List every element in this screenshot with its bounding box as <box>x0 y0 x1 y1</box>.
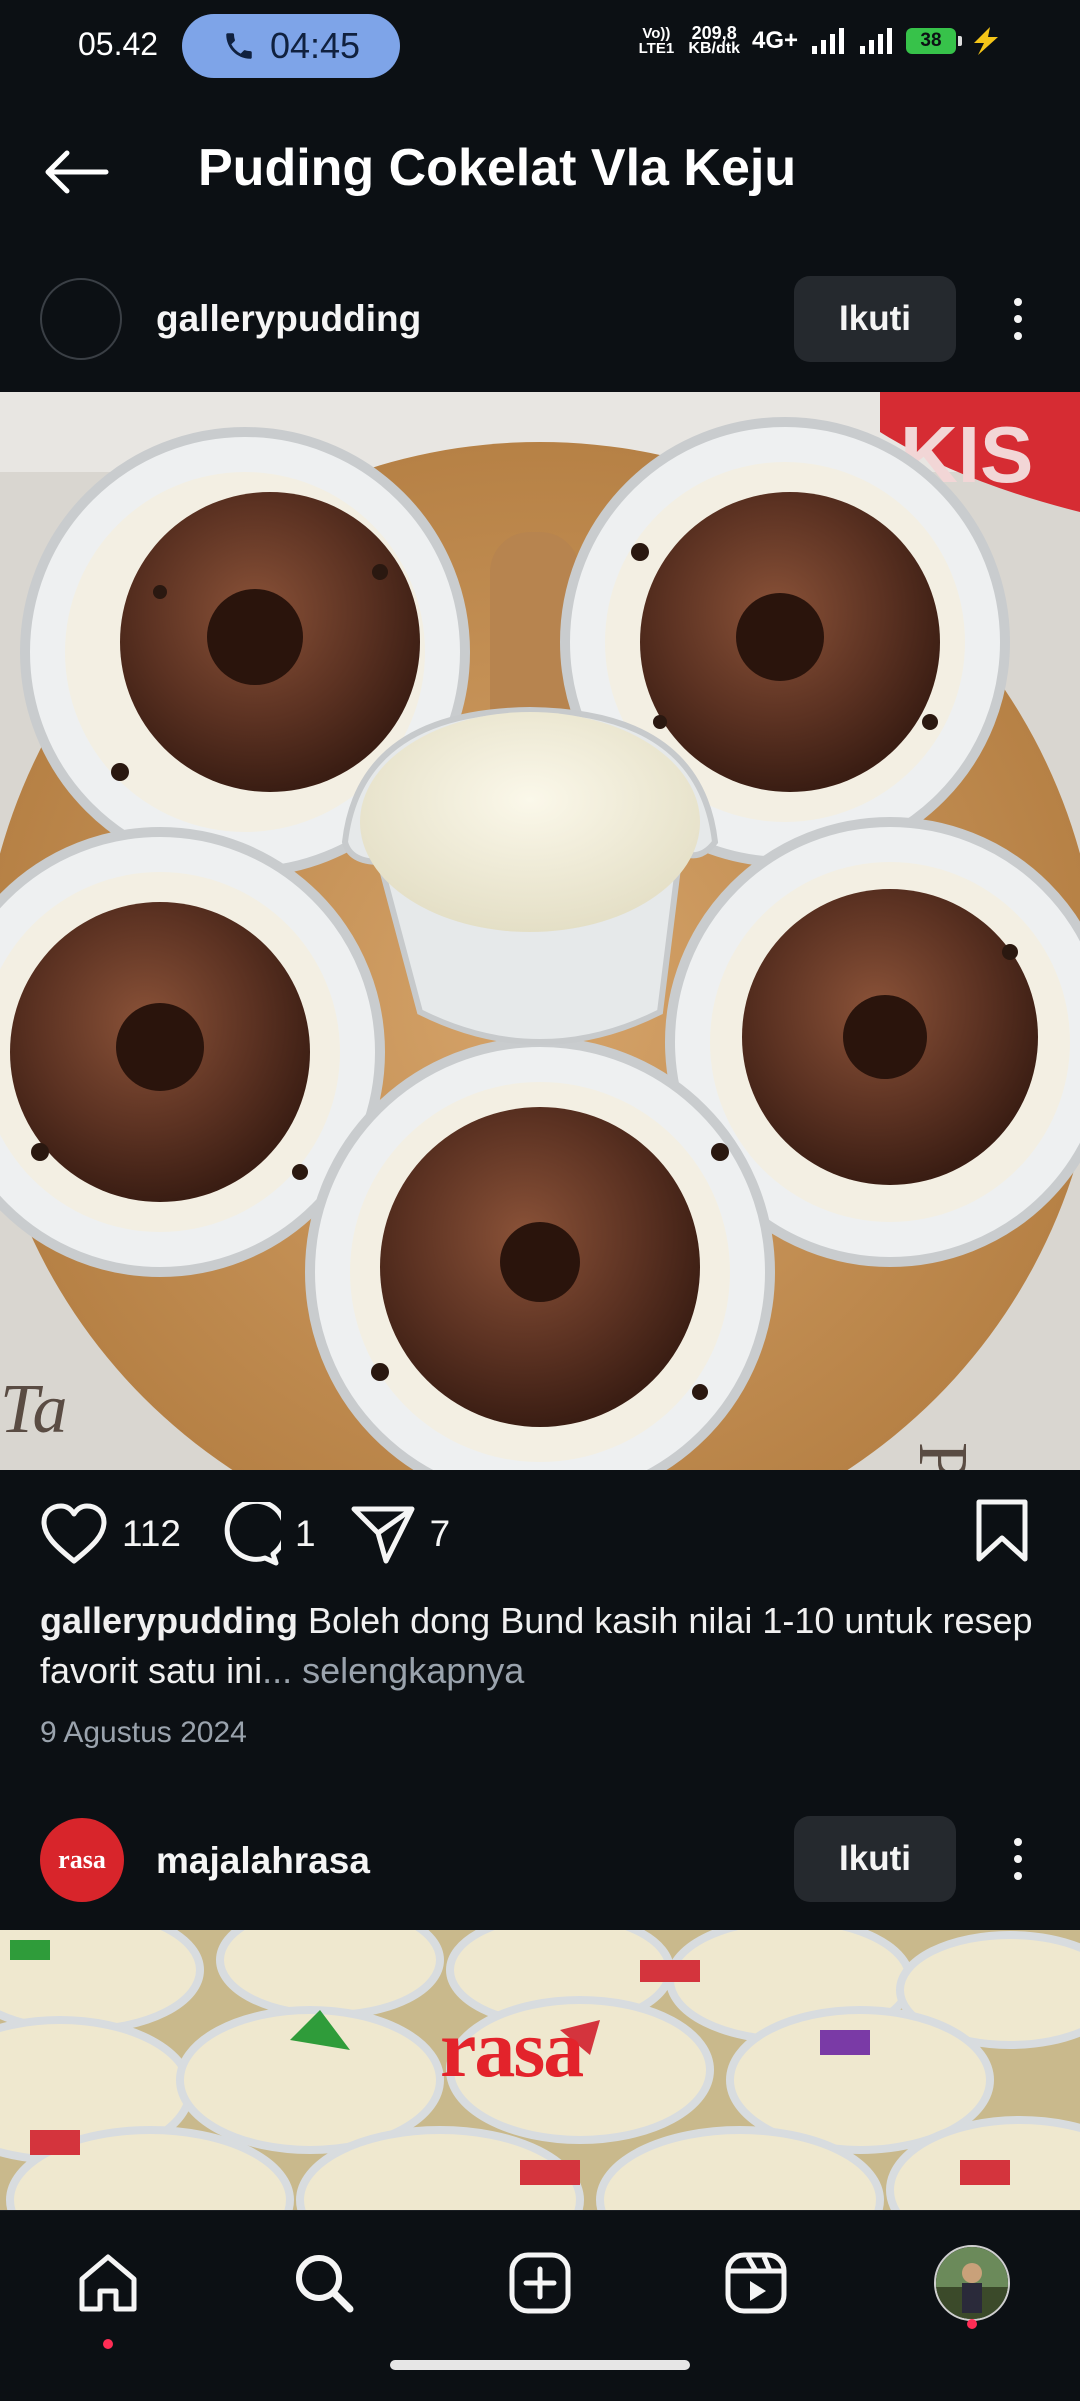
nav-home[interactable] <box>58 2233 158 2333</box>
svg-text:Ta: Ta <box>0 1371 68 1448</box>
back-button[interactable] <box>40 140 112 204</box>
post2-username[interactable]: majalahrasa <box>156 1840 370 1882</box>
home-indicator[interactable] <box>390 2360 690 2370</box>
send-icon <box>351 1506 415 1564</box>
speed-unit: KB/dtk <box>688 40 740 57</box>
rasa-watermark: rasa <box>440 2003 584 2094</box>
post-avatar[interactable] <box>40 278 122 360</box>
nav-reels[interactable] <box>706 2233 806 2333</box>
save-button[interactable] <box>974 1498 1030 1569</box>
post-caption: gallerypudding Boleh dong Bund kasih nil… <box>40 1596 1040 1696</box>
search-icon <box>296 2255 354 2313</box>
share-action[interactable]: 7 <box>350 1503 451 1565</box>
nav-profile[interactable] <box>922 2233 1022 2333</box>
nav-create[interactable] <box>490 2233 590 2333</box>
comment-count: 1 <box>295 1513 316 1554</box>
bottom-navigation <box>0 2210 1080 2401</box>
status-icons: Vo)) LTE1 209,8 KB/dtk 4G+ 38 <box>636 23 1004 57</box>
signal-icon-2 <box>860 28 892 54</box>
signal-icon <box>812 28 844 54</box>
ongoing-call-pill[interactable]: 04:45 <box>182 14 400 78</box>
like-action[interactable]: 112 <box>40 1503 181 1565</box>
caption-username[interactable]: gallerypudding <box>40 1600 298 1641</box>
create-icon <box>509 2252 571 2314</box>
reels-icon <box>725 2252 787 2314</box>
speed-value: 209,8 <box>691 23 737 43</box>
charging-icon <box>974 27 998 55</box>
call-timer: 04:45 <box>269 25 361 66</box>
post-actions: 112 1 7 <box>40 1498 484 1570</box>
share-count: 7 <box>429 1513 451 1554</box>
arrow-left-icon <box>45 150 109 194</box>
home-notification-dot <box>103 2339 113 2349</box>
svg-text:PARE: PARE <box>904 1442 981 1470</box>
battery-indicator: 38 <box>906 28 962 54</box>
like-count: 112 <box>122 1513 181 1554</box>
follow-button[interactable]: Ikuti <box>794 276 956 362</box>
page-title: Puding Cokelat Vla Keju <box>198 139 797 197</box>
home-icon <box>79 2254 137 2312</box>
rasa-logo-mark: rasa <box>58 1845 106 1874</box>
volte-indicator: Vo)) LTE1 <box>638 25 675 57</box>
bookmark-icon <box>976 1499 1028 1562</box>
profile-avatar <box>934 2245 1010 2321</box>
see-more-link[interactable]: ... selengkapnya <box>262 1650 524 1691</box>
network-speed: 209,8 KB/dtk <box>688 23 740 57</box>
nav-search[interactable] <box>274 2233 374 2333</box>
follow-button-2[interactable]: Ikuti <box>794 1816 956 1902</box>
status-time: 05.42 <box>78 26 159 62</box>
profile-notification-dot <box>967 2319 977 2329</box>
network-type: 4G+ <box>751 27 798 54</box>
post-image[interactable]: KIS PARE Ta <box>0 392 1080 1470</box>
comment-icon <box>224 1502 281 1566</box>
post2-image[interactable]: rasa <box>0 1930 1080 2210</box>
pudding-photo: KIS PARE Ta <box>0 392 1080 1470</box>
post-date: 9 Agustus 2024 <box>40 1716 247 1749</box>
more-options-icon-2[interactable] <box>998 1816 1038 1902</box>
post-username[interactable]: gallerypudding <box>156 298 421 340</box>
post2-avatar[interactable]: rasa <box>40 1818 124 1902</box>
comment-action[interactable]: 1 <box>215 1502 316 1566</box>
more-options-icon[interactable] <box>998 276 1038 362</box>
phone-icon <box>226 33 252 59</box>
heart-icon <box>41 1503 107 1564</box>
